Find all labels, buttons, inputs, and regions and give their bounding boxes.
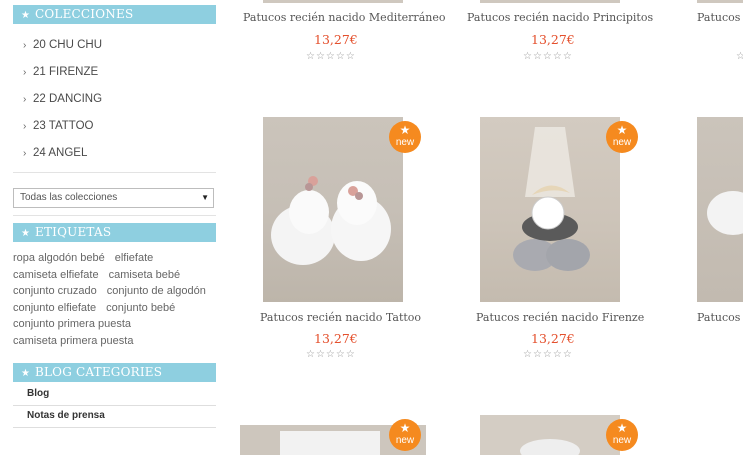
- star-icon: ★: [399, 123, 411, 137]
- product-image[interactable]: [480, 117, 620, 302]
- product-image[interactable]: [480, 415, 620, 455]
- star-icon: ★: [21, 228, 31, 239]
- tags-title: ★ ETIQUETAS: [13, 223, 216, 242]
- product-image[interactable]: [480, 0, 620, 3]
- chevron-right-icon: ›: [23, 67, 27, 78]
- sidebar: ★ COLECCIONES › 20 CHU CHU › 21 FIRENZE › 22…: [0, 0, 230, 455]
- star-icon: ★: [21, 10, 31, 21]
- baby-booties-image: [513, 127, 590, 271]
- star-icon: ★: [21, 368, 31, 379]
- chevron-right-icon: ›: [23, 40, 27, 51]
- tag-link[interactable]: ropa algodón bebé: [13, 250, 105, 267]
- star-icon: ★: [399, 421, 411, 435]
- tag-link[interactable]: camiseta elfiefate: [13, 267, 99, 284]
- rating-stars: ☆☆☆☆☆: [523, 349, 573, 360]
- blog-category-item[interactable]: Blog: [13, 384, 216, 406]
- collections-title: ★ COLECCIONES: [13, 5, 216, 24]
- baby-booties-image: [707, 191, 743, 235]
- star-icon: ★: [616, 123, 628, 137]
- rating-stars: ☆☆☆☆☆: [306, 349, 356, 360]
- tag-link[interactable]: elfiefate: [115, 250, 154, 267]
- collection-item[interactable]: › 20 CHU CHU: [13, 33, 216, 60]
- collections-select[interactable]: Todas las colecciones ▼: [13, 188, 214, 208]
- baby-booties-image: [520, 439, 580, 455]
- new-badge: ★ new: [389, 121, 421, 153]
- product-name[interactable]: Patucos recién nacido Principitos: [467, 11, 653, 24]
- collection-item[interactable]: › 21 FIRENZE: [13, 60, 216, 87]
- tag-cloud: ropa algodón bebé elfiefate camiseta elfi…: [13, 250, 223, 349]
- collections-list: › 20 CHU CHU › 21 FIRENZE › 22 DANCING › 23 …: [13, 33, 216, 168]
- collection-item[interactable]: › 23 TATTOO: [13, 114, 216, 141]
- product-image[interactable]: [263, 0, 403, 3]
- tag-link[interactable]: camiseta bebé: [109, 267, 181, 284]
- tag-link[interactable]: camiseta primera puesta: [13, 333, 133, 350]
- rating-stars: ☆☆☆☆☆: [523, 51, 573, 62]
- collection-item[interactable]: › 22 DANCING: [13, 87, 216, 114]
- product-name[interactable]: Patucos: [697, 11, 740, 24]
- blog-categories-list: Blog Notas de prensa: [13, 384, 216, 428]
- tag-link[interactable]: conjunto cruzado: [13, 283, 97, 300]
- divider: [13, 172, 216, 173]
- product-price: 13,27€: [314, 32, 358, 47]
- product-price: 13,27€: [531, 32, 575, 47]
- star-icon: ★: [616, 421, 628, 435]
- new-badge: ★ new: [389, 419, 421, 451]
- tag-link[interactable]: conjunto bebé: [106, 300, 175, 317]
- tag-link[interactable]: conjunto de algodón: [107, 283, 206, 300]
- product-name[interactable]: Patucos: [697, 311, 740, 324]
- chevron-right-icon: ›: [23, 148, 27, 159]
- product-image[interactable]: [263, 117, 403, 302]
- tag-link[interactable]: conjunto elfiefate: [13, 300, 96, 317]
- product-name[interactable]: Patucos recién nacido Tattoo: [260, 311, 421, 324]
- chevron-right-icon: ›: [23, 94, 27, 105]
- product-image[interactable]: [697, 117, 743, 302]
- tag-link[interactable]: conjunto primera puesta: [13, 316, 131, 333]
- product-name[interactable]: Patucos recién nacido Mediterráneo: [243, 11, 445, 24]
- new-badge: ★ new: [606, 121, 638, 153]
- rating-stars: ☆☆☆☆☆: [306, 51, 356, 62]
- product-price: 13,27€: [531, 331, 575, 346]
- blog-categories-title: ★ BLOG CATEGORIES: [13, 363, 216, 382]
- divider: [13, 215, 216, 216]
- product-name[interactable]: Patucos recién nacido Firenze: [476, 311, 644, 324]
- blog-category-item[interactable]: Notas de prensa: [13, 406, 216, 428]
- product-price: 13,27€: [314, 331, 358, 346]
- baby-booties-image: [271, 176, 391, 265]
- chevron-right-icon: ›: [23, 121, 27, 132]
- collection-item[interactable]: › 24 ANGEL: [13, 141, 216, 168]
- new-badge: ★ new: [606, 419, 638, 451]
- rating-stars: ☆☆: [736, 51, 743, 62]
- product-image[interactable]: [697, 0, 743, 3]
- dropdown-arrow-icon: ▼: [201, 193, 209, 202]
